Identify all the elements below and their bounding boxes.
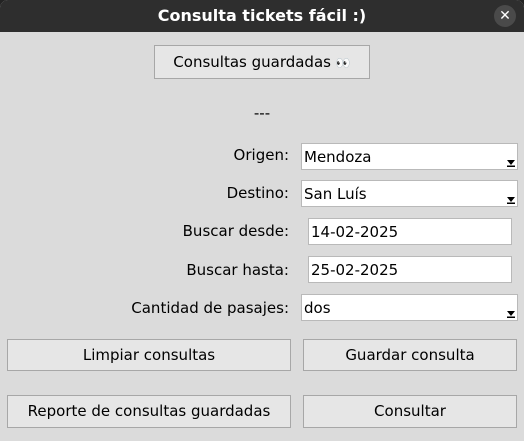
saved-queries-report-button[interactable]: Reporte de consultas guardadas <box>7 395 291 428</box>
desde-date-input[interactable]: 14-02-2025 <box>308 218 512 245</box>
pasajes-value: dos <box>304 299 331 317</box>
app-window: Consulta tickets fácil :) ✕ Consultas gu… <box>0 0 524 441</box>
hasta-label: Buscar hasta: <box>186 261 289 279</box>
desde-value: 14-02-2025 <box>311 223 399 241</box>
save-query-button[interactable]: Guardar consulta <box>303 339 517 371</box>
title-bar[interactable]: Consulta tickets fácil :) ✕ <box>0 0 524 32</box>
hasta-date-input[interactable]: 25-02-2025 <box>308 256 512 283</box>
consult-button[interactable]: Consultar <box>303 395 517 428</box>
origen-combobox[interactable]: Mendoza <box>301 143 518 170</box>
separator-text: --- <box>253 104 271 122</box>
destino-label: Destino: <box>226 184 289 202</box>
close-icon[interactable]: ✕ <box>494 5 516 27</box>
destino-combobox[interactable]: San Luís <box>301 180 518 207</box>
dropdown-arrow-icon <box>507 160 515 167</box>
clear-queries-button[interactable]: Limpiar consultas <box>7 339 291 371</box>
saved-queries-label: Consultas guardadas <box>173 53 331 71</box>
origen-value: Mendoza <box>304 148 372 166</box>
pasajes-combobox[interactable]: dos <box>301 294 518 321</box>
saved-queries-button[interactable]: Consultas guardadas 👀 <box>154 45 370 79</box>
destino-value: San Luís <box>304 185 367 203</box>
origen-label: Origen: <box>233 146 289 164</box>
pasajes-label: Cantidad de pasajes: <box>131 299 289 317</box>
dropdown-arrow-icon <box>507 197 515 204</box>
eyes-icon: 👀 <box>335 56 351 70</box>
dropdown-arrow-icon <box>507 311 515 318</box>
window-title: Consulta tickets fácil :) <box>157 6 367 25</box>
hasta-value: 25-02-2025 <box>311 261 399 279</box>
desde-label: Buscar desde: <box>182 222 289 240</box>
